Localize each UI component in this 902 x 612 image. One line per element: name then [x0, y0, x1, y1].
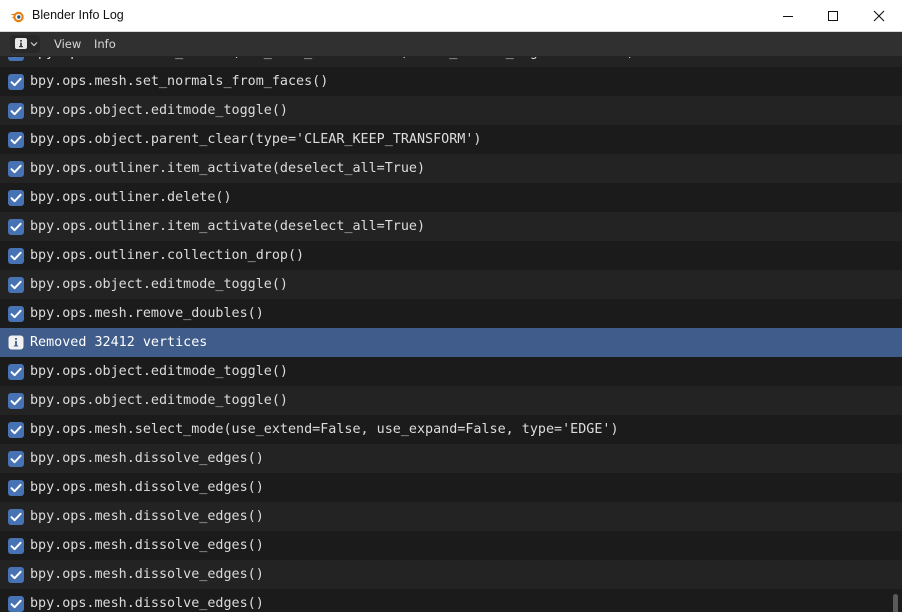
blender-logo-icon: [10, 11, 24, 23]
log-entry-operator[interactable]: bpy.ops.mesh.shade_smooth(use_auto_smoot…: [0, 57, 902, 67]
log-entry-operator[interactable]: bpy.ops.outliner.item_activate(deselect_…: [0, 212, 902, 241]
editor-type-dropdown[interactable]: [10, 35, 40, 53]
log-entry-text: bpy.ops.outliner.collection_drop(): [30, 248, 305, 263]
checkbox-checked-icon: [8, 479, 24, 496]
minimize-icon: [783, 15, 793, 17]
log-entry-text: bpy.ops.object.editmode_toggle(): [30, 103, 288, 118]
blender-info-log-window: Blender Info Log View Info bpy.ops.mesh.…: [0, 0, 902, 612]
log-entry-text: bpy.ops.outliner.item_activate(deselect_…: [30, 161, 426, 176]
log-entry-operator[interactable]: bpy.ops.mesh.dissolve_edges(): [0, 444, 902, 473]
info-editor-header: View Info: [0, 32, 902, 57]
log-entry-text: bpy.ops.mesh.dissolve_edges(): [30, 480, 264, 495]
log-entry-text: bpy.ops.mesh.dissolve_edges(): [30, 567, 264, 582]
log-entry-operator[interactable]: bpy.ops.mesh.select_mode(use_extend=Fals…: [0, 415, 902, 444]
checkbox-checked-icon: [8, 276, 24, 293]
log-entry-text: bpy.ops.mesh.dissolve_edges(): [30, 451, 264, 466]
checkbox-checked-icon: [8, 363, 24, 380]
log-entry-text: bpy.ops.object.editmode_toggle(): [30, 277, 288, 292]
log-entry-text: bpy.ops.mesh.dissolve_edges(): [30, 509, 264, 524]
log-entry-operator[interactable]: bpy.ops.mesh.dissolve_edges(): [0, 473, 902, 502]
checkbox-checked-icon: [8, 421, 24, 438]
log-entry-text: bpy.ops.outliner.delete(): [30, 190, 232, 205]
log-entry-info[interactable]: Removed 32412 vertices: [0, 328, 902, 357]
checkbox-checked-icon: [8, 218, 24, 235]
log-entry-text: bpy.ops.object.parent_clear(type='CLEAR_…: [30, 132, 482, 147]
log-entry-operator[interactable]: bpy.ops.object.editmode_toggle(): [0, 96, 902, 125]
minimize-button[interactable]: [765, 0, 811, 31]
chevron-down-icon: [30, 42, 38, 47]
info-editor-icon: [15, 38, 27, 49]
checkbox-checked-icon: [8, 131, 24, 148]
checkbox-checked-icon: [8, 189, 24, 206]
log-rows: bpy.ops.mesh.shade_smooth(use_auto_smoot…: [0, 57, 902, 612]
checkbox-checked-icon: [8, 537, 24, 554]
close-icon: [873, 10, 885, 21]
checkbox-checked-icon: [8, 102, 24, 119]
title-bar[interactable]: Blender Info Log: [0, 0, 902, 32]
log-entry-operator[interactable]: bpy.ops.outliner.item_activate(deselect_…: [0, 154, 902, 183]
log-entry-operator[interactable]: bpy.ops.object.editmode_toggle(): [0, 386, 902, 415]
menu-info[interactable]: Info: [94, 32, 116, 56]
checkbox-checked-icon: [8, 247, 24, 264]
log-entry-text: bpy.ops.object.editmode_toggle(): [30, 393, 288, 408]
close-button[interactable]: [856, 0, 902, 31]
checkbox-checked-icon: [8, 508, 24, 525]
log-entry-operator[interactable]: bpy.ops.mesh.dissolve_edges(): [0, 589, 902, 612]
window-title: Blender Info Log: [32, 8, 124, 22]
log-entry-text: bpy.ops.mesh.shade_smooth(use_auto_smoot…: [30, 57, 635, 60]
log-entry-operator[interactable]: bpy.ops.mesh.remove_doubles(): [0, 299, 902, 328]
log-entry-operator[interactable]: bpy.ops.object.editmode_toggle(): [0, 270, 902, 299]
checkbox-checked-icon: [8, 57, 24, 61]
checkbox-checked-icon: [8, 566, 24, 583]
info-log[interactable]: bpy.ops.mesh.shade_smooth(use_auto_smoot…: [0, 57, 902, 612]
log-entry-operator[interactable]: bpy.ops.outliner.collection_drop(): [0, 241, 902, 270]
info-icon: [8, 335, 24, 349]
checkbox-checked-icon: [8, 450, 24, 467]
maximize-icon: [828, 10, 838, 21]
log-entry-text: bpy.ops.mesh.remove_doubles(): [30, 306, 264, 321]
log-entry-text: bpy.ops.mesh.select_mode(use_extend=Fals…: [30, 422, 619, 437]
log-entry-text: bpy.ops.outliner.item_activate(deselect_…: [30, 219, 426, 234]
log-entry-text: bpy.ops.mesh.set_normals_from_faces(): [30, 74, 329, 89]
log-entry-operator[interactable]: bpy.ops.object.parent_clear(type='CLEAR_…: [0, 125, 902, 154]
log-entry-operator[interactable]: bpy.ops.object.editmode_toggle(): [0, 357, 902, 386]
checkbox-checked-icon: [8, 73, 24, 90]
checkbox-checked-icon: [8, 160, 24, 177]
log-entry-operator[interactable]: bpy.ops.mesh.dissolve_edges(): [0, 560, 902, 589]
checkbox-checked-icon: [8, 392, 24, 409]
log-entry-operator[interactable]: bpy.ops.outliner.delete(): [0, 183, 902, 212]
maximize-button[interactable]: [810, 0, 856, 31]
menu-view[interactable]: View: [54, 32, 81, 56]
checkbox-checked-icon: [8, 595, 24, 612]
checkbox-checked-icon: [8, 305, 24, 322]
log-entry-text: bpy.ops.object.editmode_toggle(): [30, 364, 288, 379]
scrollbar-thumb[interactable]: [893, 594, 898, 612]
log-entry-text: Removed 32412 vertices: [30, 335, 208, 350]
log-entry-operator[interactable]: bpy.ops.mesh.dissolve_edges(): [0, 531, 902, 560]
log-entry-text: bpy.ops.mesh.dissolve_edges(): [30, 596, 264, 611]
log-entry-operator[interactable]: bpy.ops.mesh.dissolve_edges(): [0, 502, 902, 531]
log-entry-operator[interactable]: bpy.ops.mesh.set_normals_from_faces(): [0, 67, 902, 96]
log-entry-text: bpy.ops.mesh.dissolve_edges(): [30, 538, 264, 553]
